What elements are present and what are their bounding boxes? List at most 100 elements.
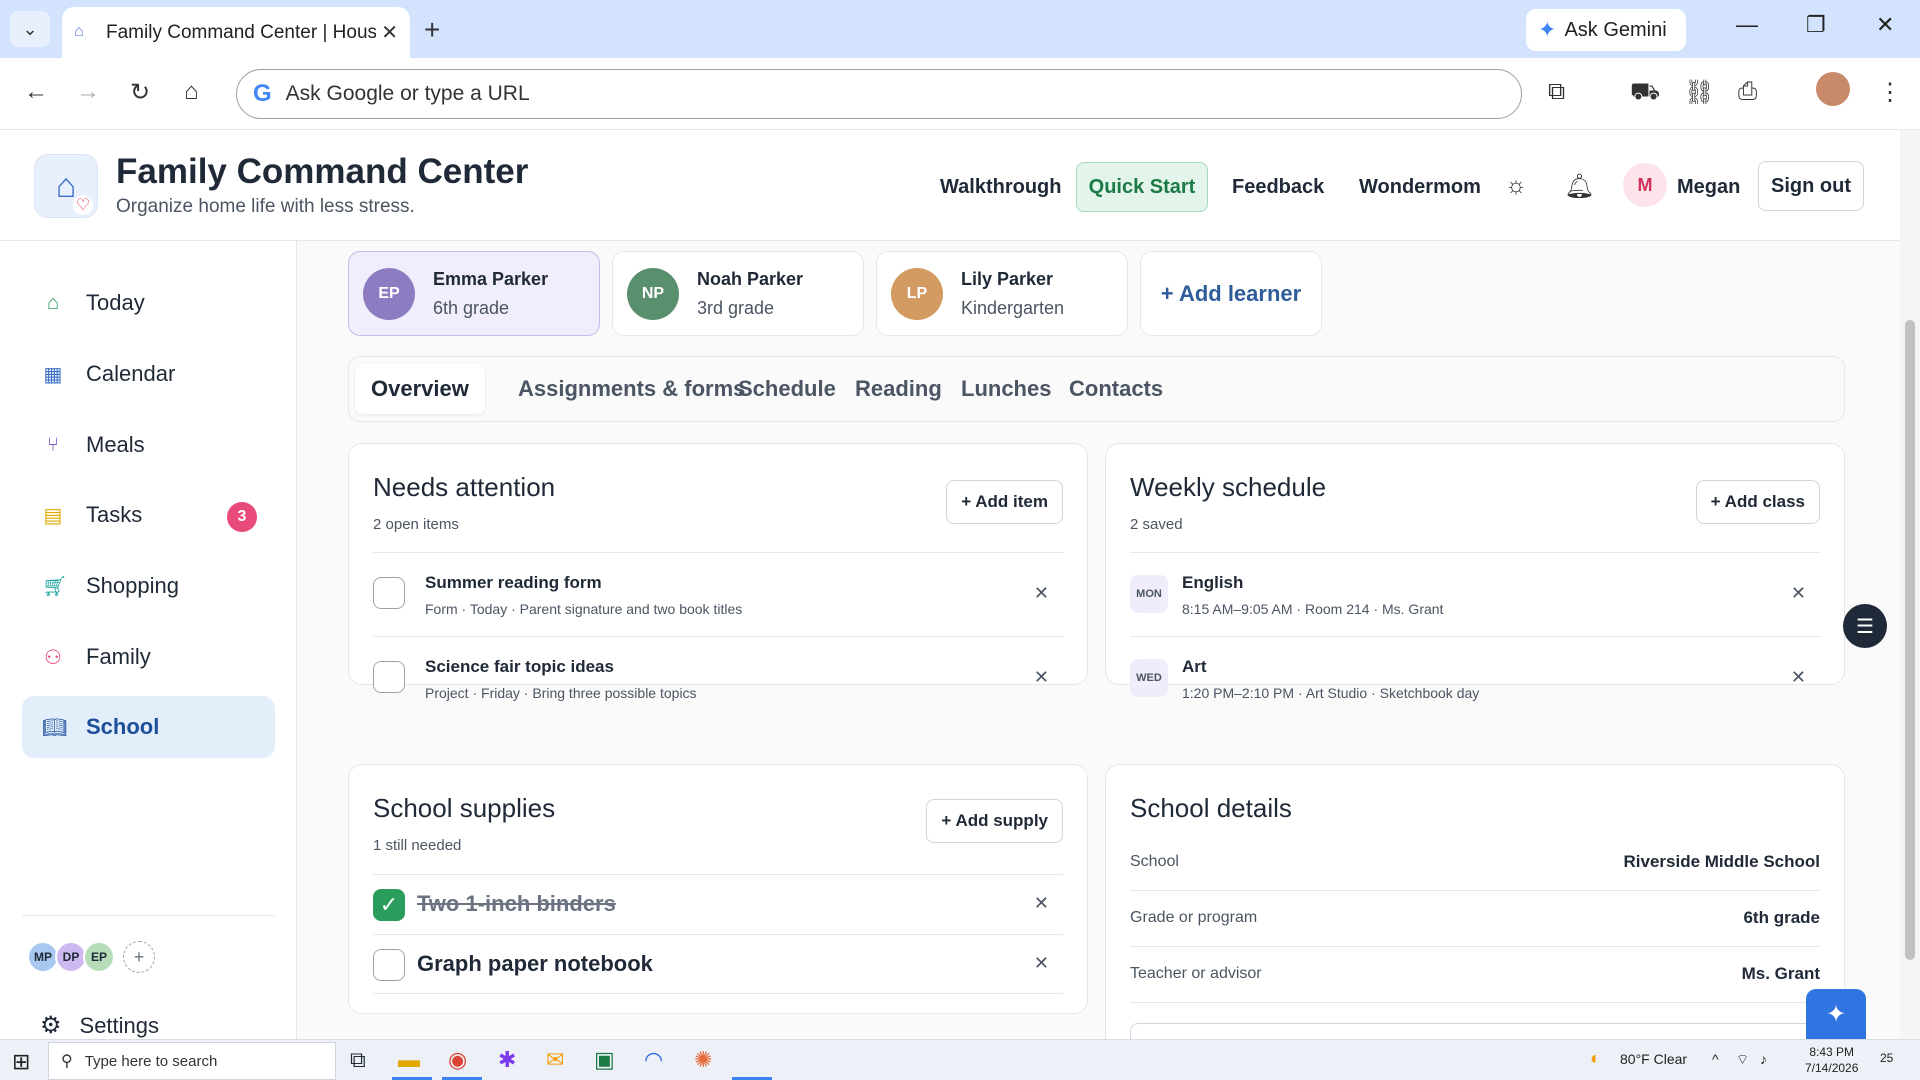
remove-from-school-button[interactable]: Remove from School — [1130, 1023, 1820, 1039]
add-item-button[interactable]: + Add item — [946, 480, 1063, 524]
user-name[interactable]: Megan — [1677, 176, 1740, 199]
ask-gemini-button[interactable]: ✦ Ask Gemini — [1526, 9, 1686, 51]
wondermom-link[interactable]: Wondermom — [1359, 176, 1481, 199]
back-icon[interactable]: ← — [24, 78, 48, 106]
volume-icon[interactable]: ♪ — [1760, 1051, 1767, 1067]
address-bar[interactable]: G Ask Google or type a URL — [236, 69, 1522, 119]
item-checkbox[interactable] — [373, 661, 405, 693]
more-menu-icon[interactable]: ⋮ — [1878, 78, 1902, 107]
class-title: English — [1182, 573, 1244, 592]
notification-count[interactable]: 25 — [1880, 1051, 1893, 1065]
list-item: Summer reading form Form · Today · Paren… — [373, 552, 1063, 636]
sidebar-item-settings[interactable]: ⚙ Settings — [40, 1011, 159, 1040]
tray-chevron-icon[interactable]: ^ — [1712, 1051, 1719, 1067]
theme-toggle-icon[interactable]: ☼ — [1505, 172, 1527, 200]
claude-icon[interactable]: ✺ — [694, 1047, 712, 1073]
restore-icon[interactable]: ❐ — [1806, 12, 1826, 38]
browser-tab[interactable]: ⌂ Family Command Center | Hous ✕ — [62, 7, 410, 58]
tab-overview[interactable]: Overview — [355, 364, 485, 414]
remove-icon[interactable]: ✕ — [1034, 583, 1049, 604]
system-clock[interactable]: 8:43 PM 7/14/2026 — [1805, 1044, 1858, 1076]
sidebar-item-shopping[interactable]: 🛒︎ Shopping — [22, 555, 275, 617]
sidebar-item-label: School — [86, 714, 160, 739]
cart-icon: 🛒︎ — [42, 575, 68, 598]
sidebar-item-family[interactable]: ⚇ Family — [22, 626, 275, 688]
sidebar-item-today[interactable]: ⌂ Today — [22, 272, 275, 334]
remove-icon[interactable]: ✕ — [1791, 667, 1806, 688]
page-scrollbar[interactable] — [1900, 130, 1920, 1039]
tab-contacts[interactable]: Contacts — [1053, 364, 1179, 414]
supply-checkbox-checked[interactable]: ✓ — [373, 889, 405, 921]
excel-icon[interactable]: ▣ — [594, 1047, 615, 1073]
sign-out-button[interactable]: Sign out — [1758, 161, 1864, 211]
windows-start-icon[interactable]: ⊞ — [12, 1049, 30, 1075]
add-supply-button[interactable]: + Add supply — [926, 799, 1063, 843]
app-subtitle: Organize home life with less stress. — [116, 196, 415, 217]
family-avatar[interactable]: EP — [83, 941, 115, 973]
sidebar: ⌂ Today ▦ Calendar ⑂ Meals ▤ Tasks 3 🛒︎ … — [0, 241, 297, 1039]
weather-text[interactable]: 80°F Clear — [1620, 1051, 1687, 1067]
add-class-button[interactable]: + Add class — [1695, 480, 1820, 524]
close-window-icon[interactable]: ✕ — [1876, 12, 1894, 38]
assistant-sparkle-button[interactable]: ✦ — [1806, 989, 1866, 1039]
feedback-link[interactable]: Feedback — [1232, 176, 1324, 199]
ask-gemini-label: Ask Gemini — [1564, 18, 1667, 41]
task-view-icon[interactable]: ⧉ — [350, 1047, 366, 1073]
remove-icon[interactable]: ✕ — [1034, 953, 1049, 974]
learner-avatar: EP — [363, 267, 415, 320]
side-panel-toggle-icon[interactable]: ☰ — [1843, 604, 1887, 648]
new-tab-icon[interactable]: + — [424, 14, 440, 46]
remove-icon[interactable]: ✕ — [1034, 667, 1049, 688]
card-subtitle: 2 saved — [1130, 516, 1183, 533]
mail-icon[interactable]: ✉ — [546, 1047, 564, 1073]
quick-start-button[interactable]: Quick Start — [1076, 162, 1208, 212]
item-detail: Form · Today · Parent signature and two … — [425, 601, 743, 617]
walkthrough-link[interactable]: Walkthrough — [940, 176, 1061, 199]
scrollbar-thumb[interactable] — [1905, 320, 1915, 960]
file-explorer-icon[interactable]: ▬ — [398, 1047, 420, 1073]
supply-label: Two 1-inch binders — [417, 891, 616, 916]
chrome-icon[interactable]: ◉ — [448, 1047, 467, 1073]
sidebar-item-label: Calendar — [86, 361, 176, 386]
sidebar-item-school[interactable]: 📖︎ School — [22, 696, 275, 758]
add-family-member-button[interactable]: + — [123, 941, 155, 973]
tab-search-dropdown-icon[interactable]: ⌄ — [10, 11, 50, 47]
supply-checkbox[interactable] — [373, 949, 405, 981]
remove-icon[interactable]: ✕ — [1791, 583, 1806, 604]
home-icon[interactable]: ⌂ — [184, 78, 199, 106]
list-item: Science fair topic ideas Project · Frida… — [373, 636, 1063, 701]
user-avatar[interactable]: M — [1623, 163, 1667, 207]
item-checkbox[interactable] — [373, 577, 405, 609]
wifi-icon[interactable]: ⌔ — [1736, 1051, 1749, 1069]
app-logo: ⌂ ♡ — [34, 154, 98, 218]
learner-card-noah[interactable]: NP Noah Parker 3rd grade — [612, 251, 864, 336]
tab-reading[interactable]: Reading — [839, 364, 958, 414]
browser-profile-avatar[interactable] — [1816, 72, 1850, 106]
extensions-icon[interactable]: ⧉ — [1548, 78, 1565, 106]
class-detail: 8:15 AM–9:05 AM · Room 214 · Ms. Grant — [1182, 601, 1444, 617]
tab-schedule[interactable]: Schedule — [722, 364, 852, 414]
link-icon[interactable]: ⛓ — [1684, 78, 1714, 107]
tab-lunches[interactable]: Lunches — [945, 364, 1067, 414]
incognito-icon[interactable]: ⛟ — [1630, 78, 1660, 108]
learner-card-emma[interactable]: EP Emma Parker 6th grade — [348, 251, 600, 336]
minimize-icon[interactable]: — — [1736, 12, 1758, 38]
sidebar-item-calendar[interactable]: ▦ Calendar — [22, 343, 275, 405]
sidebar-item-tasks[interactable]: ▤ Tasks 3 — [22, 484, 275, 546]
sidebar-item-label: Meals — [86, 432, 145, 457]
reload-icon[interactable]: ↻ — [130, 78, 150, 107]
close-tab-icon[interactable]: ✕ — [381, 20, 398, 45]
slack-icon[interactable]: ✱ — [498, 1047, 516, 1073]
print-icon[interactable]: ⎙ — [1738, 78, 1757, 106]
learner-card-lily[interactable]: LP Lily Parker Kindergarten — [876, 251, 1128, 336]
school-supplies-card: School supplies 1 still needed + Add sup… — [348, 764, 1088, 1014]
remove-icon[interactable]: ✕ — [1034, 893, 1049, 914]
taskbar-search-input[interactable]: ⚲ Type here to search — [48, 1042, 336, 1080]
add-learner-button[interactable]: + Add learner — [1140, 251, 1322, 336]
app-arc-icon[interactable]: ◠ — [644, 1047, 663, 1073]
sidebar-item-meals[interactable]: ⑂ Meals — [22, 414, 275, 476]
forward-icon[interactable]: → — [76, 78, 100, 106]
main-content: EP Emma Parker 6th grade NP Noah Parker … — [297, 241, 1900, 1039]
gear-icon: ⚙ — [40, 1012, 62, 1039]
bell-icon[interactable]: 🔔︎ — [1564, 172, 1594, 201]
